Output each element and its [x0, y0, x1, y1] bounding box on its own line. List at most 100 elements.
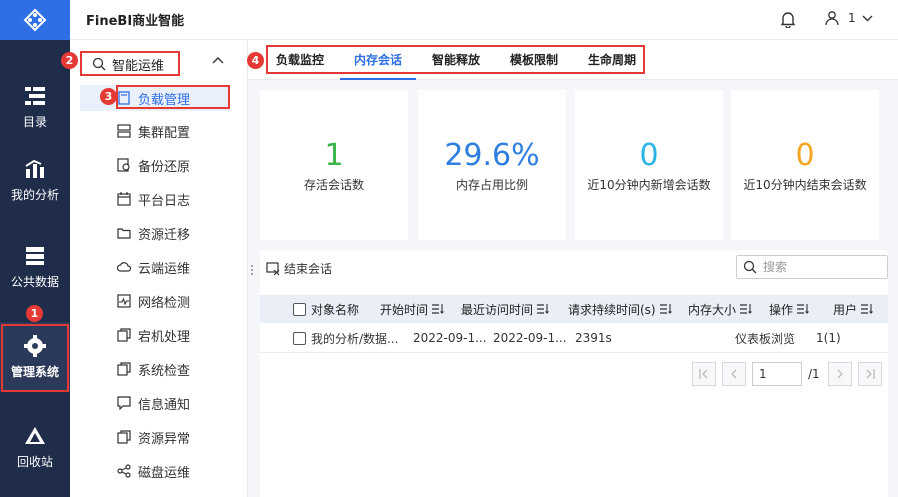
copy-icon: [117, 328, 131, 342]
sidebar-item-label: 云端运维: [138, 261, 191, 277]
prev-page-button[interactable]: [722, 362, 746, 386]
page-total: /1: [808, 367, 820, 381]
nav-item-label: 目录: [22, 114, 47, 129]
document-icon: [118, 91, 130, 105]
nav-item-label: 公共数据: [10, 274, 59, 289]
stat-card-ended-sessions: 0 近10分钟内结束会话数: [731, 90, 879, 240]
stat-label: 近10分钟内新增会话数: [587, 177, 711, 192]
backup-icon: [117, 158, 130, 172]
sidebar-item-resource-migration[interactable]: 资源迁移: [80, 220, 230, 246]
ops-search-icon: [92, 57, 106, 71]
search-input[interactable]: [763, 260, 873, 274]
nav-item-public-data[interactable]: 公共数据: [0, 232, 70, 302]
sidebar-item-label: 信息通知: [138, 397, 191, 413]
sidebar-item-network-check[interactable]: 网络检测: [80, 288, 230, 314]
sidebar-item-label: 磁盘运维: [138, 465, 191, 481]
search-box: [736, 255, 888, 279]
catalog-icon: [24, 85, 46, 107]
sort-icon[interactable]: [740, 304, 752, 314]
column-header-memory-size[interactable]: 内存大小: [688, 295, 752, 323]
sidebar-item-notification[interactable]: 信息通知: [80, 390, 230, 416]
sidebar-item-cluster-config[interactable]: 集群配置: [80, 118, 230, 144]
folder-icon: [117, 228, 131, 239]
end-session-button[interactable]: 结束会话: [266, 260, 332, 277]
column-header-start-time[interactable]: 开始时间: [380, 295, 444, 323]
stat-card-live-sessions: 1 存活会话数: [260, 90, 408, 240]
sidebar-item-label: 备份还原: [138, 159, 191, 175]
sidebar-item-system-check[interactable]: 系统检查: [80, 356, 230, 382]
column-header-object-name[interactable]: 对象名称: [293, 295, 359, 323]
sidebar-item-label: 集群配置: [138, 125, 191, 141]
nav-item-label: 回收站: [16, 454, 53, 469]
nav-item-my-analysis[interactable]: 我的分析: [0, 145, 70, 215]
row-checkbox[interactable]: [293, 331, 306, 345]
pulse-icon: [117, 294, 131, 308]
user-menu[interactable]: 1: [824, 10, 873, 26]
annotation-badge-1: 1: [26, 305, 43, 322]
nav-item-recycle-bin[interactable]: 回收站: [0, 412, 70, 482]
bell-icon[interactable]: [780, 11, 796, 31]
sidebar-group-smart-ops[interactable]: 智能运维: [84, 52, 234, 76]
end-session-icon: [266, 261, 280, 275]
column-header-user[interactable]: 用户: [833, 295, 873, 323]
stat-card-new-sessions: 0 近10分钟内新增会话数: [575, 90, 723, 240]
cell-last-access: 2022-09-1...: [493, 331, 567, 345]
cell-object-name: 我的分析/数据...: [293, 323, 399, 353]
next-page-button[interactable]: [828, 362, 852, 386]
first-page-button[interactable]: [692, 362, 716, 386]
tab-smart-release[interactable]: 智能释放: [424, 40, 488, 80]
chevron-right-icon: [837, 369, 843, 379]
table-row[interactable]: 我的分析/数据... 2022-09-1... 2022-09-1... 239…: [260, 323, 888, 353]
stat-value: 0: [795, 137, 815, 173]
sort-icon[interactable]: [659, 304, 672, 314]
select-all-checkbox[interactable]: [293, 302, 306, 316]
annotation-badge-3: 3: [100, 88, 117, 105]
column-label: 最近访问时间: [461, 302, 534, 317]
nav-item-label: 管理系统: [10, 364, 59, 379]
column-label: 操作: [769, 302, 794, 317]
sidebar-item-platform-log[interactable]: 平台日志: [80, 186, 230, 212]
main-content: 负载监控 内存会话 智能释放 模板限制 生命周期 1 存活会话数 29.6% 内…: [248, 40, 898, 497]
sidebar-item-label: 资源迁移: [138, 227, 191, 243]
chart-icon: [24, 158, 46, 180]
sort-icon[interactable]: [797, 304, 809, 314]
sidebar-item-backup-restore[interactable]: 备份还原: [80, 152, 230, 178]
chevron-left-icon: [731, 369, 737, 379]
stat-label: 近10分钟内结束会话数: [743, 177, 867, 192]
tab-memory-session[interactable]: 内存会话: [340, 40, 416, 80]
stat-value: 1: [324, 137, 344, 173]
sidebar-item-cloud-ops[interactable]: 云端运维: [80, 254, 230, 280]
sidebar-item-label: 宕机处理: [138, 329, 191, 345]
sidebar-item-crash-handling[interactable]: 宕机处理: [80, 322, 230, 348]
sort-icon[interactable]: [861, 304, 873, 314]
sort-icon[interactable]: [537, 304, 549, 314]
page-number-input[interactable]: [752, 362, 802, 386]
tab-load-monitor[interactable]: 负载监控: [268, 40, 332, 80]
column-header-last-access[interactable]: 最近访问时间: [461, 295, 549, 323]
stat-value: 29.6%: [444, 137, 540, 173]
nav-item-label: 我的分析: [10, 187, 59, 202]
last-page-button[interactable]: [858, 362, 882, 386]
left-nav: 目录 我的分析 公共数据 管理系统 回收站: [0, 0, 70, 497]
column-header-action[interactable]: 操作: [769, 295, 809, 323]
sidebar-item-resource-exception[interactable]: 资源异常: [80, 424, 230, 450]
app-title: FineBI商业智能: [86, 14, 185, 29]
tab-template-limit[interactable]: 模板限制: [502, 40, 566, 80]
cell-action: 仪表板浏览: [735, 331, 796, 346]
nav-item-catalog[interactable]: 目录: [0, 72, 70, 142]
admin-sidebar: 智能运维 负载管理 集群配置 备份还原 平台日志 资源迁移 云端运维 网络检测 …: [70, 40, 248, 497]
database-icon: [24, 245, 46, 267]
tab-lifecycle[interactable]: 生命周期: [580, 40, 644, 80]
sort-icon[interactable]: [432, 304, 444, 314]
stat-card-memory-ratio: 29.6% 内存占用比例: [418, 90, 566, 240]
column-label: 用户: [833, 302, 858, 317]
app-logo[interactable]: [0, 0, 70, 40]
table-header: 对象名称 开始时间 最近访问时间 请求持续时间(s) 内存大小 操作 用户: [260, 295, 888, 323]
annotation-badge-4: 4: [247, 52, 264, 69]
column-header-duration[interactable]: 请求持续时间(s): [568, 295, 672, 323]
sidebar-item-disk-ops[interactable]: 磁盘运维: [80, 458, 230, 484]
drag-handle-icon[interactable]: [250, 264, 254, 279]
chevron-up-icon[interactable]: [212, 56, 224, 64]
sidebar-item-label: 负载管理: [138, 92, 191, 108]
nav-item-admin-system[interactable]: 管理系统: [0, 322, 70, 392]
